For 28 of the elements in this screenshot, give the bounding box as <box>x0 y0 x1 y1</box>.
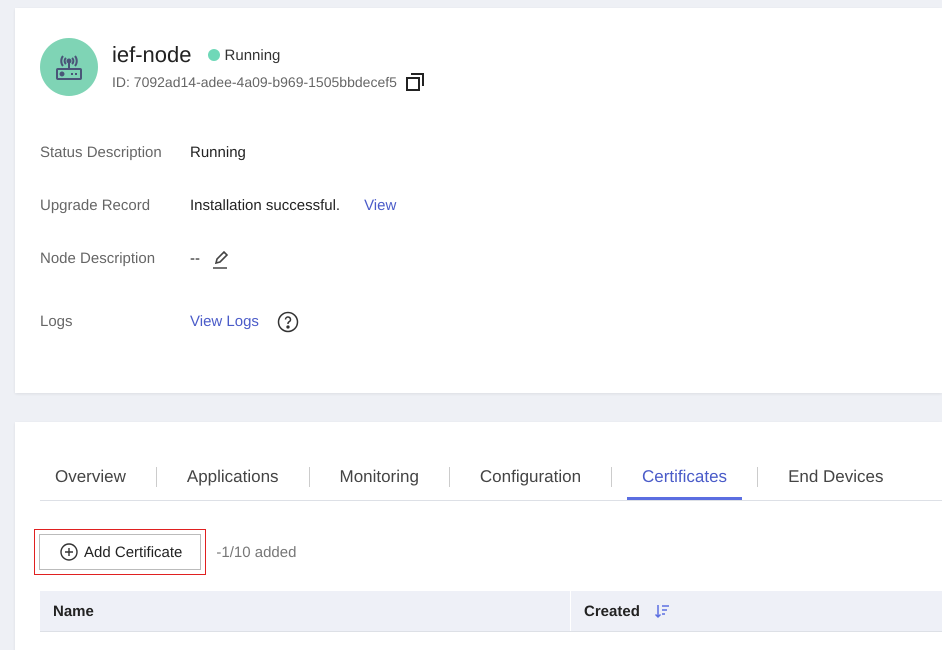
tab[interactable]: Monitoring <box>324 454 434 500</box>
help-icon[interactable] <box>276 310 299 332</box>
tab[interactable]: Overview <box>40 454 141 500</box>
tab[interactable]: End Devices <box>773 454 898 500</box>
field-value: Running <box>190 144 246 161</box>
field-label: Node Description <box>40 250 156 267</box>
field-label: Upgrade Record <box>40 197 152 214</box>
column-header: Name <box>53 602 94 620</box>
link[interactable]: View Logs <box>190 313 259 330</box>
copy-icon[interactable] <box>404 72 425 92</box>
field-value: -- <box>190 250 200 267</box>
field-label: Logs <box>40 313 74 330</box>
node-status: Running <box>224 46 280 64</box>
node-id: ID: 7092ad14-adee-4a09-b969-1505bbdecef5 <box>112 74 397 90</box>
tab[interactable]: Applications <box>172 454 294 500</box>
sort-icon[interactable] <box>654 603 670 619</box>
link[interactable]: View <box>364 197 396 214</box>
node-name: ief-node <box>112 42 192 68</box>
tab[interactable]: Certificates <box>627 454 742 500</box>
field-label: Status Description <box>40 144 163 161</box>
plus-icon <box>60 543 78 561</box>
field-value: Installation successful. <box>190 197 340 214</box>
edit-icon[interactable] <box>210 248 230 268</box>
certificate-count: -1/10 added <box>216 544 296 560</box>
status-dot <box>208 49 220 61</box>
add-certificate-button[interactable]: Add Certificate <box>39 534 202 570</box>
column-header: Created <box>584 602 640 620</box>
tab[interactable]: Configuration <box>464 454 596 500</box>
